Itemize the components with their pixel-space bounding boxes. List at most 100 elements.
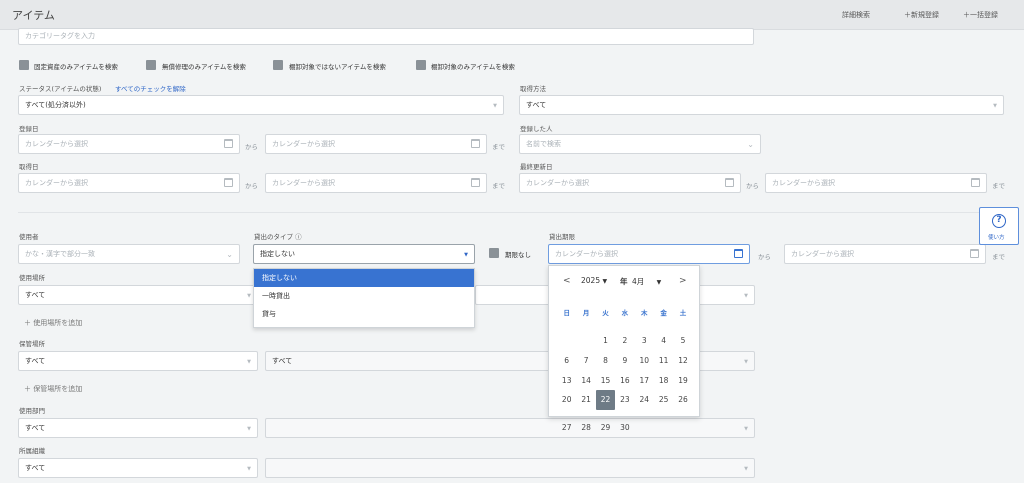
last-updated-from-input[interactable]: カレンダーから選択: [519, 173, 741, 193]
detail-search-button[interactable]: 詳細検索: [842, 10, 870, 20]
user-input[interactable]: かな・漢字で部分一致 ⌄: [18, 244, 240, 264]
calendar-day[interactable]: 2: [615, 331, 634, 351]
from-connector: から: [758, 253, 771, 261]
calendar-day[interactable]: 26: [673, 390, 692, 410]
calendar-day[interactable]: 21: [576, 390, 595, 410]
calendar-day[interactable]: 28: [576, 418, 595, 438]
free-repair-checkbox[interactable]: [146, 60, 156, 70]
calendar-day[interactable]: 17: [635, 371, 654, 391]
calendar-icon: [734, 249, 743, 258]
fixed-asset-checkbox[interactable]: [19, 60, 29, 70]
calendar-day[interactable]: 20: [557, 390, 576, 410]
chevron-down-icon: ▼: [247, 293, 251, 299]
registered-by-input[interactable]: 名前で検索 ⌄: [519, 134, 761, 154]
loan-type-option[interactable]: 一時貸出: [254, 287, 474, 305]
calendar-day[interactable]: 5: [673, 331, 692, 351]
calendar-icon: [471, 139, 480, 148]
loan-type-option[interactable]: 指定しない: [254, 269, 474, 287]
acquired-date-to-input[interactable]: カレンダーから選択: [265, 173, 487, 193]
status-select[interactable]: すべて(処分済以外) ▼: [18, 95, 504, 115]
loan-type-select[interactable]: 指定しない ▼: [253, 244, 475, 264]
organization-sub-select[interactable]: ▼: [265, 458, 755, 478]
add-use-location-button[interactable]: ＋ 使用場所を追加: [24, 318, 82, 328]
calendar-day[interactable]: 4: [654, 331, 673, 351]
chevron-down-icon: ▼: [493, 103, 497, 109]
chevron-down-icon: ▼: [744, 466, 748, 472]
month-select[interactable]: 4月 ▼: [632, 276, 661, 287]
calendar-day[interactable]: 13: [557, 371, 576, 391]
next-month-button[interactable]: >: [679, 276, 687, 286]
organization-label: 所属組織: [19, 447, 45, 455]
non-inventory-checkbox[interactable]: [273, 60, 283, 70]
calendar-day[interactable]: 10: [635, 351, 654, 371]
calendar-day[interactable]: 3: [635, 331, 654, 351]
calendar-day[interactable]: 1: [596, 331, 615, 351]
calendar-day[interactable]: 22: [595, 390, 616, 411]
status-label: ステータス(アイテムの状態): [19, 85, 102, 93]
use-location-select[interactable]: すべて ▼: [18, 285, 258, 305]
calendar-day[interactable]: 27: [557, 418, 576, 438]
chevron-down-icon: ▼: [744, 359, 748, 365]
page-title: アイテム: [12, 9, 55, 22]
loan-deadline-to-input[interactable]: カレンダーから選択: [784, 244, 986, 264]
calendar-day[interactable]: 19: [673, 371, 692, 391]
acquisition-method-label: 取得方法: [520, 85, 546, 93]
chevron-down-icon: ▼: [247, 466, 251, 472]
calendar-day[interactable]: 14: [576, 371, 595, 391]
chevron-down-icon: ⌄: [226, 250, 233, 259]
inventory-only-checkbox[interactable]: [416, 60, 426, 70]
calendar-popup: < 2025 ▼ 年 4月 ▼ > 日月火水木金土1 2 3 4 56 7 8 9 10 11 12…: [548, 265, 700, 432]
calendar-icon: [725, 178, 734, 187]
calendar-day[interactable]: 6: [557, 351, 576, 371]
prev-month-button[interactable]: <: [563, 276, 571, 286]
calendar-day[interactable]: 15: [596, 371, 615, 391]
add-storage-location-button[interactable]: ＋ 保管場所を追加: [24, 384, 82, 394]
help-button[interactable]: ? 使い方: [979, 207, 1019, 245]
calendar-day[interactable]: 12: [673, 351, 692, 371]
calendar-day[interactable]: 23: [615, 390, 634, 410]
calendar-icon: [970, 249, 979, 258]
registered-date-to-input[interactable]: カレンダーから選択: [265, 134, 487, 154]
calendar-day[interactable]: 16: [615, 371, 634, 391]
use-department-select[interactable]: すべて ▼: [18, 418, 258, 438]
calendar-icon: [224, 178, 233, 187]
organization-select[interactable]: すべて ▼: [18, 458, 258, 478]
last-updated-to-input[interactable]: カレンダーから選択: [765, 173, 987, 193]
weekday-header: 日: [563, 309, 570, 317]
to-connector: まで: [492, 182, 505, 190]
calendar-day[interactable]: 29: [596, 418, 615, 438]
acquired-date-from-input[interactable]: カレンダーから選択: [18, 173, 240, 193]
weekday-header: 水: [621, 309, 629, 317]
loan-type-option[interactable]: 貸与: [254, 305, 474, 323]
calendar-day[interactable]: 7: [576, 351, 595, 371]
calendar-day[interactable]: 24: [635, 390, 654, 410]
use-location-label: 使用場所: [19, 274, 45, 282]
year-select[interactable]: 2025 ▼: [581, 276, 607, 285]
calendar-day[interactable]: 11: [654, 351, 673, 371]
calendar-empty-cell: [635, 410, 654, 430]
storage-location-label: 保管場所: [19, 340, 45, 348]
bulk-register-button[interactable]: ＋一括登録: [963, 10, 998, 20]
registered-date-from-input[interactable]: カレンダーから選択: [18, 134, 240, 154]
calendar-empty-cell: [654, 410, 673, 430]
loan-deadline-from-input[interactable]: カレンダーから選択: [548, 244, 750, 264]
chevron-down-icon: ▼: [993, 103, 997, 109]
calendar-empty-cell: [673, 410, 692, 430]
chevron-down-icon: ⌄: [747, 140, 754, 149]
calendar-day[interactable]: 25: [654, 390, 673, 410]
category-tag-input[interactable]: カテゴリータグを入力: [18, 28, 754, 45]
to-connector: まで: [992, 253, 1005, 261]
calendar-day[interactable]: 8: [596, 351, 615, 371]
new-register-button[interactable]: ＋新規登録: [904, 10, 939, 20]
calendar-day[interactable]: 18: [654, 371, 673, 391]
chevron-down-icon: ▼: [656, 279, 662, 286]
acquisition-method-select[interactable]: すべて ▼: [519, 95, 1004, 115]
weekday-header: 火: [602, 309, 609, 317]
chevron-down-icon: ▼: [744, 293, 748, 299]
clear-all-checks-link[interactable]: すべてのチェックを解除: [115, 83, 186, 93]
weekday-header: 土: [679, 309, 687, 317]
calendar-day[interactable]: 9: [615, 351, 634, 371]
no-deadline-checkbox[interactable]: [489, 248, 499, 258]
calendar-day[interactable]: 30: [615, 418, 634, 438]
storage-location-select[interactable]: すべて ▼: [18, 351, 258, 371]
